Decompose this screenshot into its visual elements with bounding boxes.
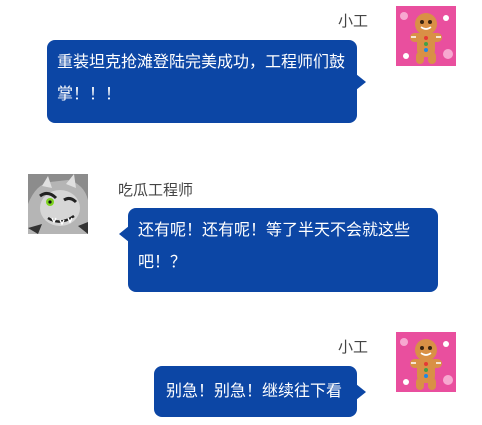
sender-name: 吃瓜工程师 [118,181,194,199]
sender-name: 小工 [337,12,368,30]
message-text: 还有呢！还有呢！等了半天不会就这些吧！？ [138,220,411,271]
message-bubble[interactable]: 还有呢！还有呢！等了半天不会就这些吧！？ [119,208,438,292]
message-text: 重装坦克抢滩登陆完美成功，工程师们鼓掌！！！ [57,52,346,103]
gingerbread-man-avatar[interactable] [396,6,456,66]
message-bubble[interactable]: 重装坦克抢滩登陆完美成功，工程师们鼓掌！！！ [47,40,366,123]
message-text: 别急！别急！继续往下看 [166,381,343,400]
message-bubble[interactable]: 别急！别急！继续往下看 [154,366,366,417]
monster-avatar[interactable] [28,174,88,234]
gingerbread-man-avatar[interactable] [396,332,456,392]
sender-name: 小工 [337,338,368,356]
